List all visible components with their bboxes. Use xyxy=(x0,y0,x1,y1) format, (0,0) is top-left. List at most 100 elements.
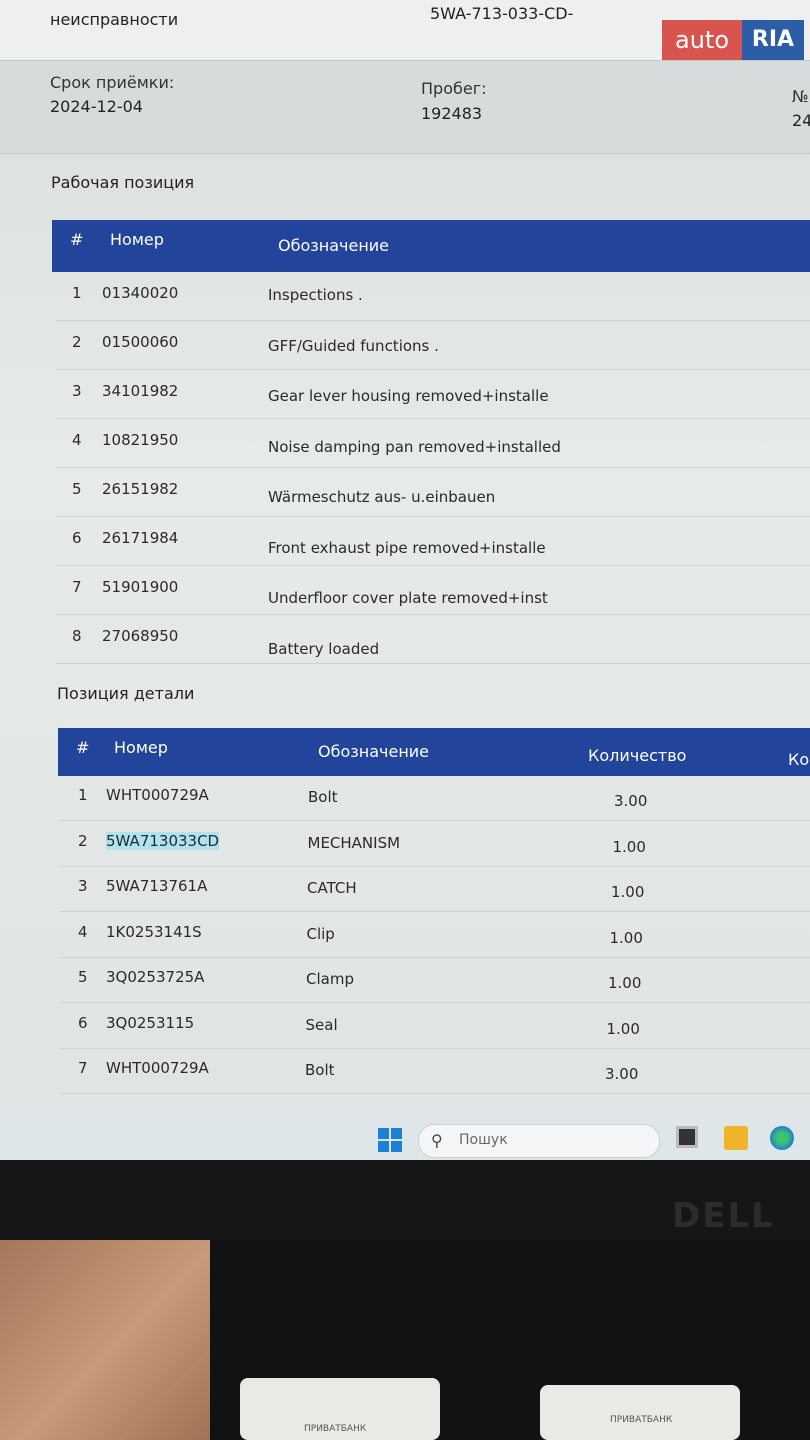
parts-header-designation: Обозначение xyxy=(318,742,430,761)
work-table-row[interactable]: 3 34101982 Gear lever housing removed+inst… xyxy=(56,370,810,419)
parts-table-header: # Номер Обозначение Количество Ко xyxy=(58,728,810,776)
work-row-desc: Gear lever housing removed+installe xyxy=(268,387,549,405)
work-row-desc: GFF/Guided functions . xyxy=(268,336,439,355)
mileage-value: 192483 xyxy=(421,104,483,123)
work-table-row[interactable]: 2 01500060 GFF/Guided functions . xyxy=(56,321,810,370)
parts-row-num: 5 xyxy=(78,968,88,986)
work-header-num: # xyxy=(70,230,84,249)
parts-row-code: 1K0253141S xyxy=(106,922,202,941)
work-row-desc: Noise damping pan removed+installed xyxy=(268,437,561,456)
work-row-desc: Front exhaust pipe removed+installe xyxy=(268,538,546,557)
parts-table-row[interactable]: 5 3Q0253725A Clamp 1.00 xyxy=(60,958,810,1003)
work-row-num: 5 xyxy=(72,480,82,498)
taskbar-search[interactable]: ⚲ Пошук xyxy=(418,1124,660,1158)
work-row-desc: Inspections . xyxy=(268,286,363,304)
parts-table-row[interactable]: 2 5WA713033CD MECHANISM 1.00 xyxy=(60,822,810,867)
work-row-desc: Battery loaded xyxy=(268,639,380,658)
work-table-row[interactable]: 1 01340020 Inspections . xyxy=(56,272,810,321)
parts-row-code: 3Q0253115 xyxy=(106,1013,195,1032)
receipt-right-text: ПРИВАТБАНК xyxy=(610,1415,673,1425)
work-row-code: 26151982 xyxy=(102,480,179,498)
work-table-row[interactable]: 8 27068950 Battery loaded xyxy=(56,615,810,664)
parts-table-row[interactable]: 7 WHT000729A Bolt 3.00 xyxy=(60,1049,810,1094)
work-row-num: 1 xyxy=(72,284,82,302)
work-header-designation: Обозначение xyxy=(278,236,390,255)
parts-table-row[interactable]: 1 WHT000729A Bolt 3.00 xyxy=(60,776,810,821)
file-explorer-icon[interactable] xyxy=(724,1126,748,1150)
ria-logo: RIA xyxy=(742,20,804,60)
parts-row-desc: Bolt xyxy=(308,788,338,806)
parts-row-qty: 1.00 xyxy=(606,1019,640,1038)
wooden-desk xyxy=(0,1240,240,1440)
parts-row-qty: 1.00 xyxy=(611,883,645,901)
parts-row-desc: CATCH xyxy=(307,879,357,897)
work-table-row[interactable]: 6 26171984 Front exhaust pipe removed+inst… xyxy=(56,517,810,566)
parts-row-code: WHT000729A xyxy=(106,786,209,804)
search-placeholder: Пошук xyxy=(459,1132,508,1148)
parts-table-row[interactable]: 6 3Q0253115 Seal 1.00 xyxy=(60,1004,810,1049)
parts-row-desc: Clamp xyxy=(306,970,354,988)
parts-row-num: 3 xyxy=(78,877,88,895)
receipt-right: ПРИВАТБАНК xyxy=(540,1385,740,1440)
work-row-num: 2 xyxy=(72,333,82,351)
parts-header-number: Номер xyxy=(114,738,168,757)
work-table-row[interactable]: 4 10821950 Noise damping pan removed+insta… xyxy=(56,419,810,468)
work-row-desc: Underfloor cover plate removed+inst xyxy=(268,589,548,607)
work-row-num: 6 xyxy=(72,529,82,547)
receipt-left-text: ПРИВАТБАНК xyxy=(304,1424,367,1434)
monitor-brand-logo: DELL xyxy=(672,1196,775,1236)
work-row-num: 3 xyxy=(72,382,82,400)
taskbar: ⚲ Пошук xyxy=(0,1112,810,1164)
work-section-title: Рабочая позиция xyxy=(51,173,195,192)
work-table-row[interactable]: 5 26151982 Wärmeschutz aus- u.einbauen xyxy=(56,468,810,517)
parts-header-code: Ко xyxy=(788,750,810,769)
task-view-icon[interactable] xyxy=(676,1126,698,1148)
work-row-code: 01500060 xyxy=(102,333,179,351)
mileage-label: Пробег: xyxy=(421,79,487,98)
number-label: № xyxy=(792,87,809,106)
partial-label: неисправности xyxy=(50,10,179,29)
parts-row-num: 2 xyxy=(78,831,88,850)
parts-row-qty: 3.00 xyxy=(605,1065,639,1083)
work-table-row[interactable]: 7 51901900 Underfloor cover plate removed+… xyxy=(56,566,810,615)
parts-row-num: 6 xyxy=(78,1013,88,1032)
auto-logo: auto xyxy=(662,20,742,60)
work-table-header: # Номер Обозначение xyxy=(52,220,810,272)
parts-row-num: 1 xyxy=(78,786,88,804)
edge-browser-icon[interactable] xyxy=(770,1126,794,1150)
parts-row-code: 5WA713761A xyxy=(106,877,208,895)
parts-row-desc: Bolt xyxy=(305,1061,335,1079)
work-row-code: 34101982 xyxy=(102,382,179,400)
parts-row-qty: 1.00 xyxy=(609,928,643,947)
date-label: Срок приёмки: xyxy=(50,73,175,92)
parts-table-row[interactable]: 4 1K0253141S Clip 1.00 xyxy=(60,913,810,958)
work-row-code: 10821950 xyxy=(102,431,179,449)
parts-row-code: 3Q0253725A xyxy=(106,968,205,986)
parts-row-qty: 3.00 xyxy=(614,792,648,810)
work-row-code: 51901900 xyxy=(102,578,179,596)
parts-row-desc: Clip xyxy=(306,924,335,943)
work-row-num: 7 xyxy=(72,578,82,596)
work-header-number: Номер xyxy=(110,230,164,249)
parts-row-num: 4 xyxy=(78,922,88,941)
parts-header-num: # xyxy=(76,738,90,757)
work-row-desc: Wärmeschutz aus- u.einbauen xyxy=(268,488,496,506)
parts-row-qty: 1.00 xyxy=(612,837,646,856)
work-row-code: 27068950 xyxy=(102,627,179,645)
parts-row-num: 7 xyxy=(78,1059,88,1077)
work-row-num: 4 xyxy=(72,431,82,449)
parts-row-desc: MECHANISM xyxy=(307,833,401,852)
number-value: 24 xyxy=(792,111,810,130)
parts-row-code: WHT000729A xyxy=(106,1059,209,1077)
monitor-screen: неисправности 5WA-713-033-CD- auto RIA С… xyxy=(0,0,810,1160)
work-row-code: 26171984 xyxy=(102,529,179,547)
parts-row-qty: 1.00 xyxy=(608,974,642,992)
search-icon: ⚲ xyxy=(431,1131,443,1150)
parts-table-row[interactable]: 3 5WA713761A CATCH 1.00 xyxy=(60,867,810,912)
parts-header-qty: Количество xyxy=(588,746,687,765)
parts-row-code: 5WA713033CD xyxy=(106,831,220,850)
parts-section-title: Позиция детали xyxy=(57,684,195,703)
receipt-left: ПРИВАТБАНК xyxy=(240,1378,440,1440)
date-value: 2024-12-04 xyxy=(50,97,143,116)
windows-start-icon[interactable] xyxy=(378,1128,402,1152)
